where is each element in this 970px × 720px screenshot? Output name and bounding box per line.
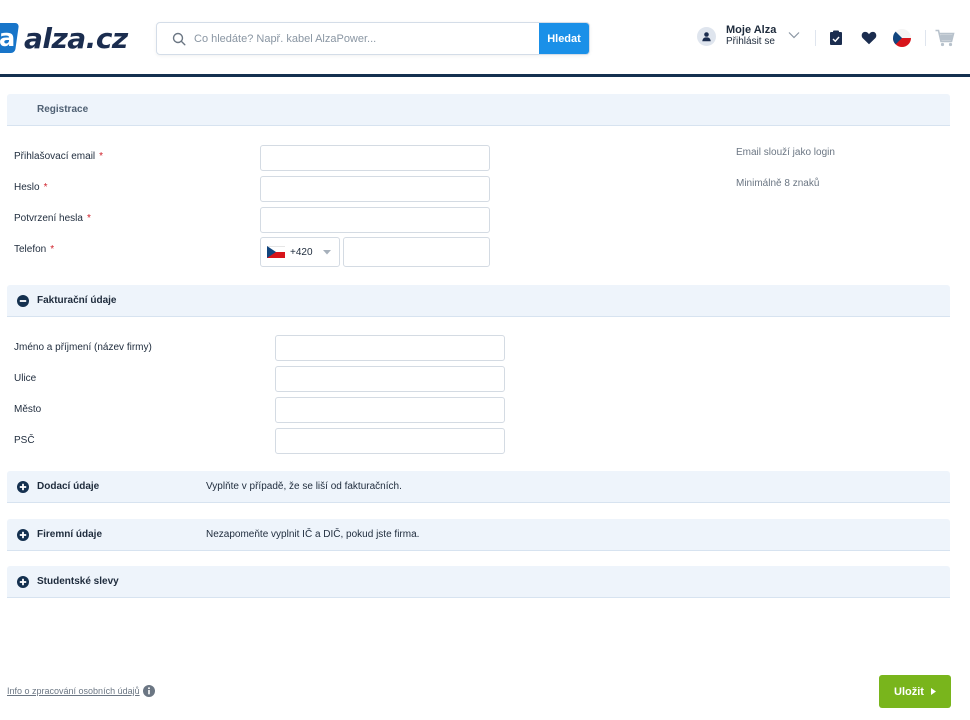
save-button-label: Uložit	[894, 685, 924, 698]
section-title: Dodací údaje	[37, 481, 100, 492]
section-note: Nezapomeňte vyplnit IČ a DIČ, pokud jste…	[206, 529, 420, 540]
password-confirm-field[interactable]	[260, 207, 490, 233]
phone-number-field[interactable]	[343, 237, 490, 267]
section-note: Vyplňte v případě, že se liší od faktura…	[206, 481, 402, 492]
search-icon	[164, 32, 194, 46]
zip-label: PSČ	[14, 435, 35, 446]
section-title: Firemní údaje	[37, 529, 103, 540]
orders-icon[interactable]	[826, 28, 846, 48]
password-hint: Minimálně 8 znaků	[736, 178, 820, 189]
city-label: Město	[14, 404, 42, 415]
section-billing-header[interactable]: Fakturační údaje	[7, 285, 950, 317]
caret-down-icon	[322, 247, 331, 258]
account-menu[interactable]: Moje Alza Přihlásit se	[697, 25, 800, 47]
password-label: Heslo *	[14, 182, 48, 193]
phone-prefix-value: +420	[290, 246, 313, 258]
plus-circle-icon[interactable]	[17, 575, 29, 588]
email-label: Přihlašovací email *	[14, 151, 104, 162]
phone-label: Telefon *	[14, 244, 55, 255]
section-title: Studentské slevy	[37, 576, 119, 587]
chevron-down-icon	[788, 31, 800, 42]
alza-logo-icon	[0, 23, 20, 53]
section-title: Registrace	[37, 104, 89, 115]
name-label: Jméno a příjmení (název firmy)	[14, 342, 152, 353]
name-field[interactable]	[275, 335, 505, 361]
info-icon[interactable]	[142, 685, 155, 697]
password-confirm-label: Potvrzení hesla *	[14, 213, 91, 224]
logo-text: alza.cz	[24, 21, 128, 55]
site-header: alza.cz Hledat Moje Alza Přihlásit se	[0, 0, 970, 76]
plus-circle-icon[interactable]	[17, 528, 29, 541]
header-divider	[815, 30, 816, 46]
plus-circle-icon[interactable]	[17, 480, 29, 493]
heart-icon[interactable]	[859, 28, 879, 48]
privacy-info: Info o zpracování osobních údajů	[7, 685, 155, 697]
header-divider-line	[0, 74, 970, 77]
search-button[interactable]: Hledat	[539, 23, 589, 54]
required-mark: *	[99, 151, 104, 162]
phone-prefix-select[interactable]: +420	[260, 237, 340, 267]
save-button[interactable]: Uložit	[879, 675, 951, 708]
czech-flag-icon[interactable]	[892, 28, 912, 48]
minus-circle-icon[interactable]	[17, 294, 29, 307]
email-hint: Email slouží jako login	[736, 147, 835, 158]
arrow-right-icon	[930, 686, 936, 698]
zip-field[interactable]	[275, 428, 505, 454]
required-mark: *	[43, 182, 48, 193]
search-bar: Hledat	[156, 22, 590, 55]
account-name: Moje Alza	[726, 24, 777, 36]
city-field[interactable]	[275, 397, 505, 423]
section-company-header[interactable]: Firemní údaje Nezapomeňte vyplnit IČ a D…	[7, 519, 950, 551]
section-title: Fakturační údaje	[37, 295, 117, 306]
section-registration-header: Registrace	[7, 94, 950, 126]
required-mark: *	[50, 244, 55, 255]
user-icon	[697, 26, 716, 46]
email-field[interactable]	[260, 145, 490, 171]
password-field[interactable]	[260, 176, 490, 202]
required-mark: *	[86, 213, 91, 224]
login-link[interactable]: Přihlásit se	[726, 36, 776, 47]
section-student-header[interactable]: Studentské slevy	[7, 566, 950, 598]
czech-flag-icon	[267, 246, 285, 258]
privacy-link[interactable]: Info o zpracování osobních údajů	[7, 686, 140, 696]
street-field[interactable]	[275, 366, 505, 392]
section-delivery-header[interactable]: Dodací údaje Vyplňte v případě, že se li…	[7, 471, 950, 503]
street-label: Ulice	[14, 373, 37, 384]
cart-icon[interactable]	[935, 28, 955, 48]
header-divider	[925, 30, 926, 46]
search-input[interactable]	[194, 23, 539, 54]
alza-logo[interactable]: alza.cz	[0, 18, 128, 58]
